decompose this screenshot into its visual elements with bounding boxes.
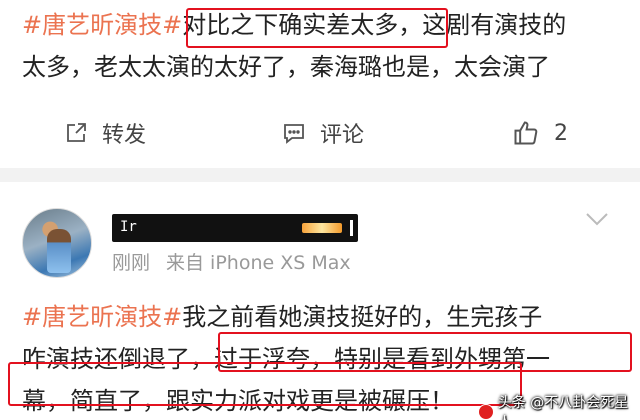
like-button[interactable]: 2 [512, 104, 568, 162]
repost-button[interactable]: 转发 [64, 104, 146, 162]
watermark-text: 头条 @不八卦会死星人 [497, 395, 629, 420]
repost-icon [64, 121, 88, 145]
annotation-box [186, 8, 448, 48]
post-1: #唐艺昕演技#对比之下确实差太多，这剧有演技的 太多，老太太演的太好了，秦海璐也… [0, 0, 640, 168]
comment-icon [282, 121, 306, 145]
post-source: 来自 iPhone XS Max [166, 252, 351, 274]
like-count: 2 [554, 120, 568, 146]
avatar[interactable] [22, 208, 92, 278]
hashtag-link[interactable]: #唐艺昕演技# [22, 303, 182, 331]
redaction-tick [350, 220, 353, 236]
action-bar: 转发 评论 2 [0, 104, 640, 162]
post-meta: 刚刚 来自 iPhone XS Max [112, 248, 351, 275]
annotation-box [8, 362, 522, 406]
comment-label: 评论 [320, 123, 365, 148]
watermark-logo-icon [478, 404, 494, 420]
section-divider [0, 168, 640, 182]
username-redacted[interactable]: Ir [112, 214, 358, 242]
text-segment: 我之前看她演技挺好的，生完孩子 [182, 303, 543, 331]
comment-button[interactable]: 评论 [282, 104, 364, 162]
post-2: Ir 刚刚 来自 iPhone XS Max #唐艺昕演技#我之前看她演技挺好的… [0, 182, 640, 420]
username-redacted-mark: Ir [120, 219, 137, 235]
avatar-figure [47, 229, 71, 273]
chevron-down-icon[interactable] [584, 210, 610, 232]
post-time: 刚刚 [112, 252, 151, 274]
post-1-line-2: 太多，老太太演的太好了，秦海璐也是，太会演了 [22, 53, 550, 81]
watermark: 头条 @不八卦会死星人 [478, 392, 640, 420]
repost-label: 转发 [102, 123, 147, 148]
like-icon [512, 119, 540, 147]
redaction-highlight [302, 223, 342, 233]
hashtag-link[interactable]: #唐艺昕演技# [22, 11, 182, 39]
